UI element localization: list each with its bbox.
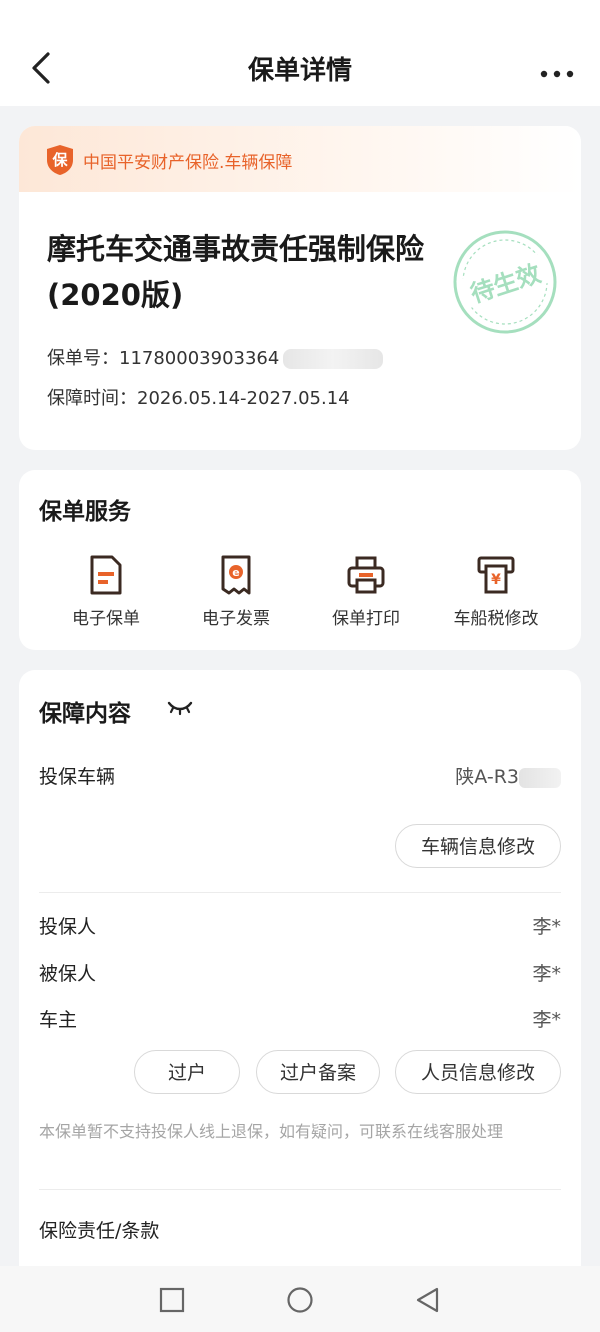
policyholder-value: 李* <box>532 916 561 938</box>
pending-effective-stamp: 待生效 <box>453 230 557 334</box>
owner-label: 车主 <box>39 1009 78 1031</box>
vehicle-value-wrap: 陕A-R3 <box>455 762 561 789</box>
redacted-blur <box>283 349 384 369</box>
insurer-banner: 保 中国平安财产保险.车辆保障 <box>19 126 581 192</box>
svg-text:e: e <box>232 566 239 579</box>
divider <box>39 1189 561 1190</box>
service-label: 电子发票 <box>202 609 270 629</box>
invoice-icon: e <box>221 555 251 595</box>
redacted-blur <box>519 767 561 788</box>
printer-icon <box>347 556 385 594</box>
terms-label[interactable]: 保险责任/条款 <box>39 1216 159 1243</box>
policyholder-label: 投保人 <box>39 916 97 938</box>
coverage-period-line: 保障时间：2026.05.14-2027.05.14 <box>47 384 350 410</box>
insured-label: 被保人 <box>39 963 97 985</box>
page-title: 保单详情 <box>247 56 352 86</box>
coverage-period-value: 2026.05.14-2027.05.14 <box>137 388 350 409</box>
service-label: 电子保单 <box>72 609 140 629</box>
coverage-title: 保障内容 <box>39 701 131 727</box>
back-triangle-icon[interactable] <box>414 1286 442 1314</box>
refund-notice: 本保单暂不支持投保人线上退保，如有疑问，可联系在线客服处理 <box>39 1122 504 1141</box>
policy-services-card: 保单服务 电子保单 e 电子发票 保单打印 ¥ 车船税修改 <box>19 470 581 650</box>
service-label: 车船税修改 <box>453 609 539 629</box>
vehicle-label: 投保车辆 <box>39 766 116 788</box>
edit-vehicle-button[interactable]: 车辆信息修改 <box>395 824 561 868</box>
insurer-name: 中国平安财产保险.车辆保障 <box>83 153 293 173</box>
top-bar: 保单详情 <box>0 0 600 106</box>
more-options-icon[interactable] <box>540 60 574 80</box>
shield-char: 保 <box>51 151 68 169</box>
policy-number-line: 保单号：11780003903364 <box>47 344 384 370</box>
service-e-policy[interactable]: 电子保单 <box>41 554 171 629</box>
edit-person-button[interactable]: 人员信息修改 <box>395 1050 561 1094</box>
svg-text:¥: ¥ <box>491 572 501 588</box>
document-icon <box>90 555 122 595</box>
service-print-policy[interactable]: 保单打印 <box>301 554 431 629</box>
divider <box>39 892 561 893</box>
insured-value: 李* <box>532 963 561 985</box>
home-icon[interactable] <box>286 1286 314 1314</box>
policy-summary-card: 保 中国平安财产保险.车辆保障 摩托车交通事故责任强制保险(2020版) 待生效… <box>19 126 581 450</box>
policy-number-label: 保单号： <box>47 348 119 369</box>
system-nav-bar <box>0 1266 600 1332</box>
policy-name: 摩托车交通事故责任强制保险(2020版) <box>47 232 425 312</box>
transfer-record-button[interactable]: 过户备案 <box>256 1050 380 1094</box>
coverage-period-label: 保障时间： <box>47 388 137 409</box>
transfer-button[interactable]: 过户 <box>134 1050 240 1094</box>
service-label: 保单打印 <box>332 609 400 629</box>
vehicle-plate: 陕A-R3 <box>455 766 519 788</box>
coverage-card: 保障内容 投保车辆 陕A-R3 车辆信息修改 投保人 李* 被保人 李* 车主 … <box>19 670 581 1332</box>
policy-number-value: 11780003903364 <box>119 348 280 369</box>
tax-icon: ¥ <box>477 556 515 594</box>
hide-eye-icon[interactable] <box>167 700 193 716</box>
recent-apps-icon[interactable] <box>158 1286 186 1314</box>
services-title: 保单服务 <box>39 499 131 525</box>
service-e-invoice[interactable]: e 电子发票 <box>171 554 301 629</box>
insurer-shield-icon: 保 <box>47 145 73 175</box>
service-tax-modify[interactable]: ¥ 车船税修改 <box>431 554 561 629</box>
owner-value: 李* <box>532 1009 561 1031</box>
